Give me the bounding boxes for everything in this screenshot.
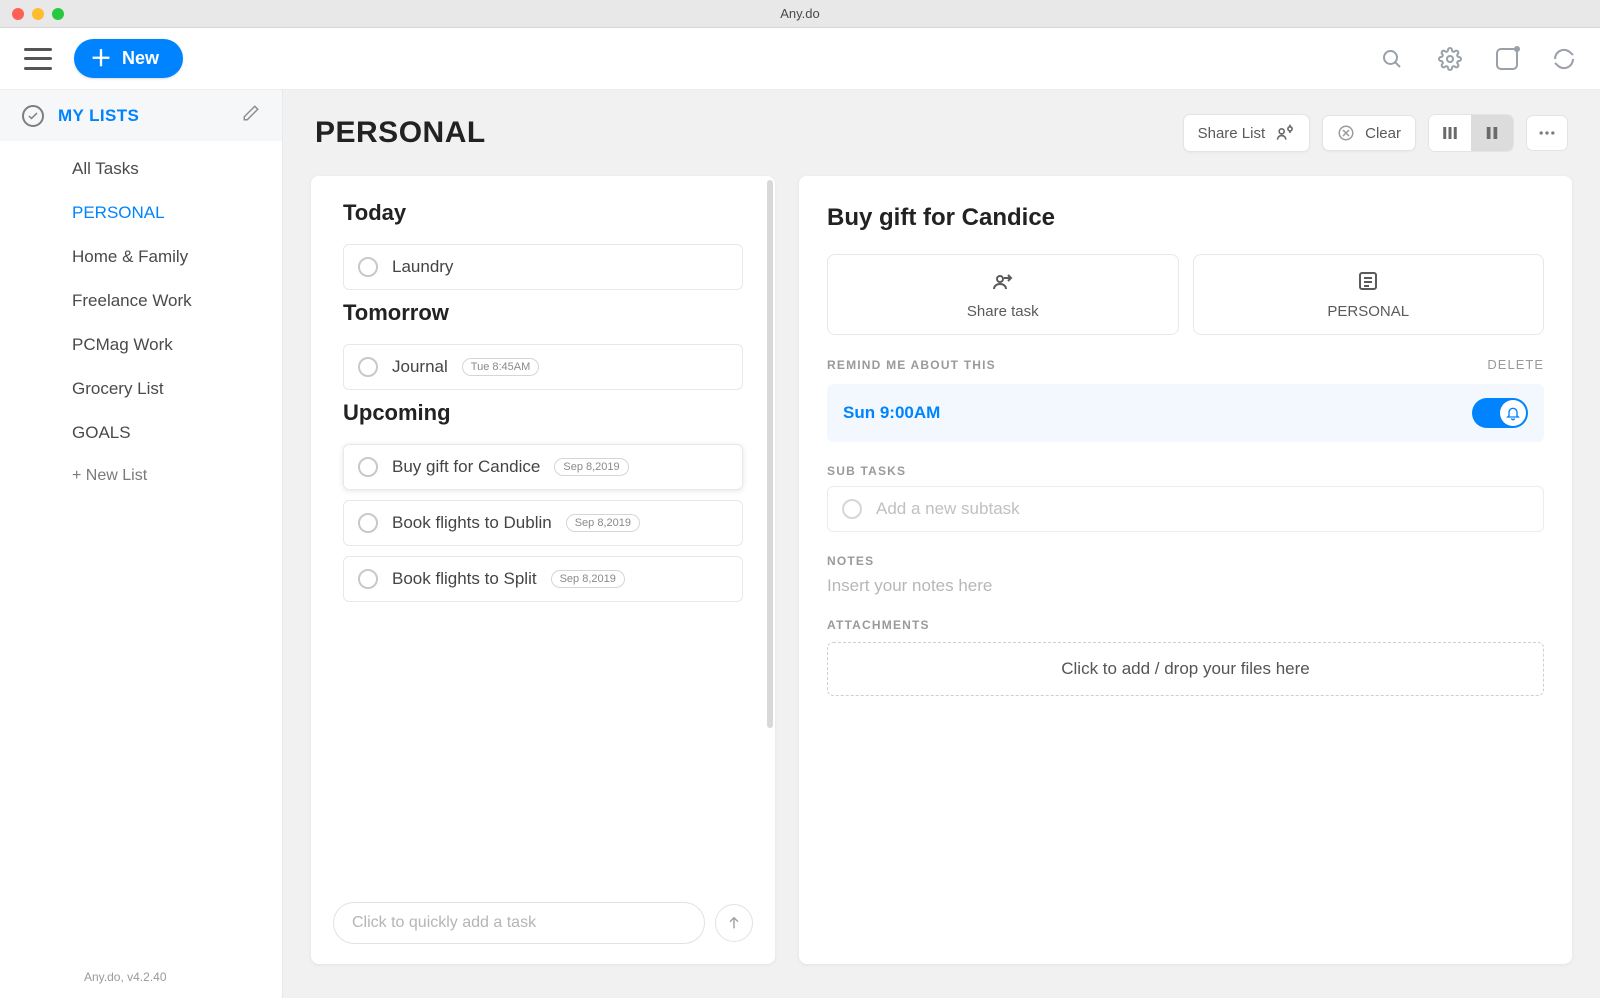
list-card-label: PERSONAL bbox=[1327, 303, 1409, 320]
task-checkbox[interactable] bbox=[358, 257, 378, 277]
clear-icon bbox=[1337, 124, 1355, 142]
task-text: Journal bbox=[392, 357, 448, 377]
view-two-columns[interactable] bbox=[1471, 115, 1513, 151]
sidebar-item[interactable]: Grocery List bbox=[0, 367, 282, 411]
attachments-dropzone[interactable]: Click to add / drop your files here bbox=[827, 642, 1544, 696]
minimize-window-button[interactable] bbox=[32, 8, 44, 20]
remind-label: REMIND ME ABOUT THIS bbox=[827, 358, 996, 372]
task-date-tag: Sep 8,2019 bbox=[551, 570, 625, 588]
subtasks-label: SUB TASKS bbox=[827, 464, 1544, 478]
window-title: Any.do bbox=[780, 6, 820, 21]
task-date-tag: Sep 8,2019 bbox=[554, 458, 628, 476]
task-date-tag: Tue 8:45AM bbox=[462, 358, 540, 376]
bell-icon bbox=[1500, 400, 1526, 426]
more-menu-button[interactable] bbox=[1526, 115, 1568, 151]
task-row[interactable]: Book flights to Dublin Sep 8,2019 bbox=[343, 500, 743, 546]
edit-icon[interactable] bbox=[242, 104, 260, 127]
delete-reminder-button[interactable]: DELETE bbox=[1487, 357, 1544, 372]
scrollbar[interactable] bbox=[767, 180, 773, 728]
share-task-icon bbox=[991, 269, 1015, 293]
menu-icon[interactable] bbox=[24, 48, 52, 70]
sidebar-item[interactable]: PCMag Work bbox=[0, 323, 282, 367]
task-checkbox[interactable] bbox=[358, 513, 378, 533]
share-task-card[interactable]: Share task bbox=[827, 254, 1179, 335]
reminder-row[interactable]: Sun 9:00AM bbox=[827, 384, 1544, 442]
attachments-label: ATTACHMENTS bbox=[827, 618, 1544, 632]
section-heading: Tomorrow bbox=[343, 300, 743, 326]
clear-label: Clear bbox=[1365, 125, 1401, 142]
reminder-toggle[interactable] bbox=[1472, 398, 1528, 428]
zoom-window-button[interactable] bbox=[52, 8, 64, 20]
quick-add-input[interactable] bbox=[333, 902, 705, 944]
task-row[interactable]: Buy gift for Candice Sep 8,2019 bbox=[343, 444, 743, 490]
task-text: Book flights to Dublin bbox=[392, 513, 552, 533]
reminder-time: Sun 9:00AM bbox=[843, 403, 940, 423]
task-date-tag: Sep 8,2019 bbox=[566, 514, 640, 532]
share-icon bbox=[1275, 123, 1295, 143]
task-text: Book flights to Split bbox=[392, 569, 537, 589]
sidebar-header-label: MY LISTS bbox=[58, 106, 139, 126]
task-row[interactable]: Book flights to Split Sep 8,2019 bbox=[343, 556, 743, 602]
add-list-button[interactable]: + New List bbox=[0, 455, 282, 497]
subtask-input[interactable] bbox=[876, 499, 1529, 519]
subtask-input-row[interactable] bbox=[827, 486, 1544, 532]
tasks-pane: Today Laundry Tomorrow Journal Tue 8:45AM Upc… bbox=[311, 176, 775, 964]
task-checkbox[interactable] bbox=[358, 457, 378, 477]
view-three-columns[interactable] bbox=[1429, 115, 1471, 151]
task-detail-title: Buy gift for Candice bbox=[827, 204, 1544, 232]
sidebar-item[interactable]: PERSONAL bbox=[0, 191, 282, 235]
task-row[interactable]: Laundry bbox=[343, 244, 743, 290]
search-icon[interactable] bbox=[1380, 47, 1404, 71]
sync-icon[interactable] bbox=[1552, 47, 1576, 71]
share-list-button[interactable]: Share List bbox=[1183, 114, 1311, 152]
settings-icon[interactable] bbox=[1438, 47, 1462, 71]
notes-label: NOTES bbox=[827, 554, 1544, 568]
list-title: PERSONAL bbox=[315, 116, 486, 150]
task-text: Buy gift for Candice bbox=[392, 457, 540, 477]
sidebar-item[interactable]: Freelance Work bbox=[0, 279, 282, 323]
close-window-button[interactable] bbox=[12, 8, 24, 20]
task-detail-pane: Buy gift for Candice Share task PERSONAL… bbox=[799, 176, 1572, 964]
sidebar-item[interactable]: Home & Family bbox=[0, 235, 282, 279]
sidebar: MY LISTS All TasksPERSONALHome & FamilyF… bbox=[0, 90, 283, 998]
list-card[interactable]: PERSONAL bbox=[1193, 254, 1545, 335]
notifications-icon[interactable] bbox=[1496, 48, 1518, 70]
share-list-label: Share List bbox=[1198, 125, 1266, 142]
task-text: Laundry bbox=[392, 257, 453, 277]
share-task-label: Share task bbox=[967, 303, 1039, 320]
section-heading: Today bbox=[343, 200, 743, 226]
new-button[interactable]: ＋ New bbox=[74, 39, 183, 78]
quick-add-submit[interactable] bbox=[715, 904, 753, 942]
task-checkbox[interactable] bbox=[358, 569, 378, 589]
subtask-checkbox[interactable] bbox=[842, 499, 862, 519]
sidebar-header[interactable]: MY LISTS bbox=[0, 90, 282, 141]
task-row[interactable]: Journal Tue 8:45AM bbox=[343, 344, 743, 390]
app-toolbar: ＋ New bbox=[0, 28, 1600, 90]
sidebar-item[interactable]: GOALS bbox=[0, 411, 282, 455]
new-button-label: New bbox=[122, 48, 159, 69]
view-toggle bbox=[1428, 114, 1514, 152]
sidebar-item[interactable]: All Tasks bbox=[0, 147, 282, 191]
main-area: PERSONAL Share List Clear bbox=[283, 90, 1600, 998]
notes-input[interactable]: Insert your notes here bbox=[827, 576, 1544, 596]
window-titlebar: Any.do bbox=[0, 0, 1600, 28]
list-icon bbox=[1356, 269, 1380, 293]
task-checkbox[interactable] bbox=[358, 357, 378, 377]
check-circle-icon bbox=[22, 105, 44, 127]
section-heading: Upcoming bbox=[343, 400, 743, 426]
clear-button[interactable]: Clear bbox=[1322, 115, 1416, 151]
app-version: Any.do, v4.2.40 bbox=[0, 956, 282, 998]
